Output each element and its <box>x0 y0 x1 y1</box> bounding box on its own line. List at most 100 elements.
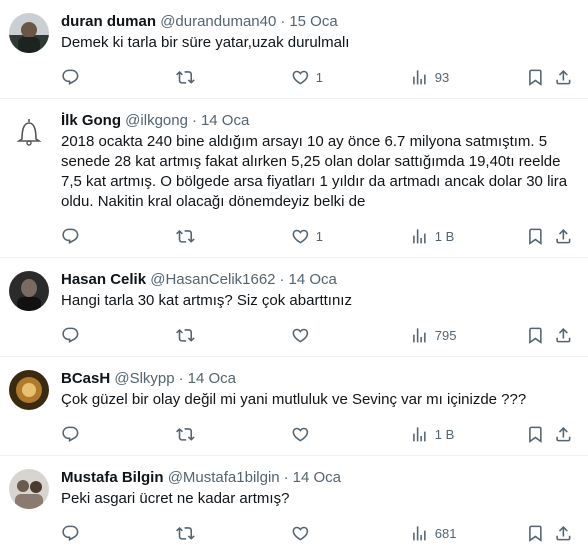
views-button[interactable]: 93 <box>410 67 449 87</box>
separator: · <box>178 370 184 387</box>
retweet-button[interactable] <box>176 424 195 444</box>
tweet[interactable]: İlk Gong @ilkgong · 14 Oca 2018 ocakta 240… <box>0 99 588 258</box>
tweet[interactable]: Hasan Celik @HasanCelik1662 · 14 Oca Hangi… <box>0 258 588 357</box>
avatar[interactable] <box>9 13 49 53</box>
avatar[interactable] <box>9 271 49 311</box>
user-handle[interactable]: @Mustafa1bilgin <box>168 469 280 486</box>
reply-icon <box>62 228 79 244</box>
retweet-icon <box>176 427 195 441</box>
views-icon <box>413 69 426 85</box>
share-icon <box>556 327 571 343</box>
share-button[interactable] <box>554 226 573 246</box>
views-count: 795 <box>434 327 457 343</box>
reply-button[interactable] <box>61 226 80 246</box>
views-button[interactable]: 1 B <box>410 424 454 444</box>
user-handle[interactable]: @ilkgong <box>125 112 188 129</box>
reply-icon <box>62 69 79 85</box>
reply-icon <box>62 327 79 343</box>
bookmark-button[interactable] <box>526 523 545 543</box>
share-icon <box>556 525 571 541</box>
tweet[interactable]: BCasH @Slkypp · 14 Oca Çok güzel bir olay … <box>0 357 588 456</box>
views-button[interactable]: 681 <box>410 523 456 543</box>
avatar[interactable] <box>9 112 49 152</box>
bookmark-icon <box>529 327 542 344</box>
tweet-date[interactable]: 14 Oca <box>289 271 337 288</box>
tweet-date[interactable]: 14 Oca <box>293 469 341 486</box>
user-handle[interactable]: @HasanCelik1662 <box>150 271 275 288</box>
share-icon <box>556 69 571 85</box>
retweet-icon <box>176 328 195 342</box>
separator: · <box>280 13 286 30</box>
share-icon <box>556 228 571 244</box>
retweet-icon <box>176 526 195 540</box>
share-button[interactable] <box>554 325 573 345</box>
like-button[interactable]: 1 <box>291 226 323 246</box>
like-button[interactable] <box>291 424 316 444</box>
like-count: 1 <box>315 228 323 244</box>
bookmark-button[interactable] <box>526 226 545 246</box>
bookmark-icon <box>529 426 542 443</box>
display-name[interactable]: BCasH <box>61 370 110 387</box>
views-icon <box>413 327 426 343</box>
views-button[interactable]: 795 <box>410 325 456 345</box>
share-button[interactable] <box>554 424 573 444</box>
like-icon <box>292 70 309 85</box>
bookmark-icon <box>529 228 542 245</box>
tweet-date[interactable]: 14 Oca <box>188 370 236 387</box>
like-icon <box>292 427 309 442</box>
tweet-header: Hasan Celik @HasanCelik1662 · 14 Oca <box>61 270 574 290</box>
tweet-text: Peki asgari ücret ne kadar artmış? <box>61 490 290 507</box>
views-icon <box>413 228 426 244</box>
like-button[interactable]: 1 <box>291 67 323 87</box>
user-handle[interactable]: @Slkypp <box>114 370 174 387</box>
like-count: 1 <box>315 69 323 85</box>
action-bar: 795 <box>61 325 574 345</box>
like-button[interactable] <box>291 523 316 543</box>
retweet-button[interactable] <box>176 523 195 543</box>
tweet-text: Çok güzel bir olay değil mi yani mutlulu… <box>61 391 527 408</box>
share-button[interactable] <box>554 67 573 87</box>
like-icon <box>292 328 309 343</box>
tweet-text: Hangi tarla 30 kat artmış? Siz çok abart… <box>61 292 352 309</box>
tweet-date[interactable]: 15 Oca <box>289 13 337 30</box>
display-name[interactable]: İlk Gong <box>61 112 121 129</box>
reply-icon <box>62 426 79 442</box>
bookmark-button[interactable] <box>526 67 545 87</box>
reply-icon <box>62 525 79 541</box>
views-icon <box>413 525 426 541</box>
action-bar: 1 B <box>61 424 574 444</box>
reply-button[interactable] <box>61 325 80 345</box>
like-button[interactable] <box>291 325 316 345</box>
reply-button[interactable] <box>61 523 80 543</box>
views-count: 1 B <box>434 228 455 244</box>
views-count: 1 B <box>434 426 455 442</box>
bookmark-button[interactable] <box>526 424 545 444</box>
display-name[interactable]: duran duman <box>61 13 156 30</box>
reply-button[interactable] <box>61 424 80 444</box>
avatar[interactable] <box>9 469 49 509</box>
avatar[interactable] <box>9 370 49 410</box>
user-handle[interactable]: @duranduman40 <box>160 13 276 30</box>
reply-button[interactable] <box>61 67 80 87</box>
retweet-button[interactable] <box>176 325 195 345</box>
views-button[interactable]: 1 B <box>410 226 454 246</box>
tweet-date[interactable]: 14 Oca <box>201 112 249 129</box>
retweet-button[interactable] <box>176 67 195 87</box>
like-icon <box>292 526 309 541</box>
share-button[interactable] <box>554 523 573 543</box>
bookmark-button[interactable] <box>526 325 545 345</box>
tweet[interactable]: Mustafa Bilgin @Mustafa1bilgin · 14 Oca Pe… <box>0 456 588 555</box>
views-count: 681 <box>434 525 457 541</box>
views-count: 93 <box>434 69 450 85</box>
bookmark-icon <box>529 525 542 542</box>
retweet-button[interactable] <box>176 226 195 246</box>
retweet-icon <box>176 229 195 243</box>
display-name[interactable]: Mustafa Bilgin <box>61 469 164 486</box>
separator: · <box>191 112 197 129</box>
display-name[interactable]: Hasan Celik <box>61 271 146 288</box>
share-icon <box>556 426 571 442</box>
bookmark-icon <box>529 69 542 86</box>
retweet-icon <box>176 70 195 84</box>
action-bar: 1 1 B <box>61 226 574 246</box>
tweet[interactable]: duran duman @duranduman40 · 15 Oca Demek k… <box>0 0 588 99</box>
